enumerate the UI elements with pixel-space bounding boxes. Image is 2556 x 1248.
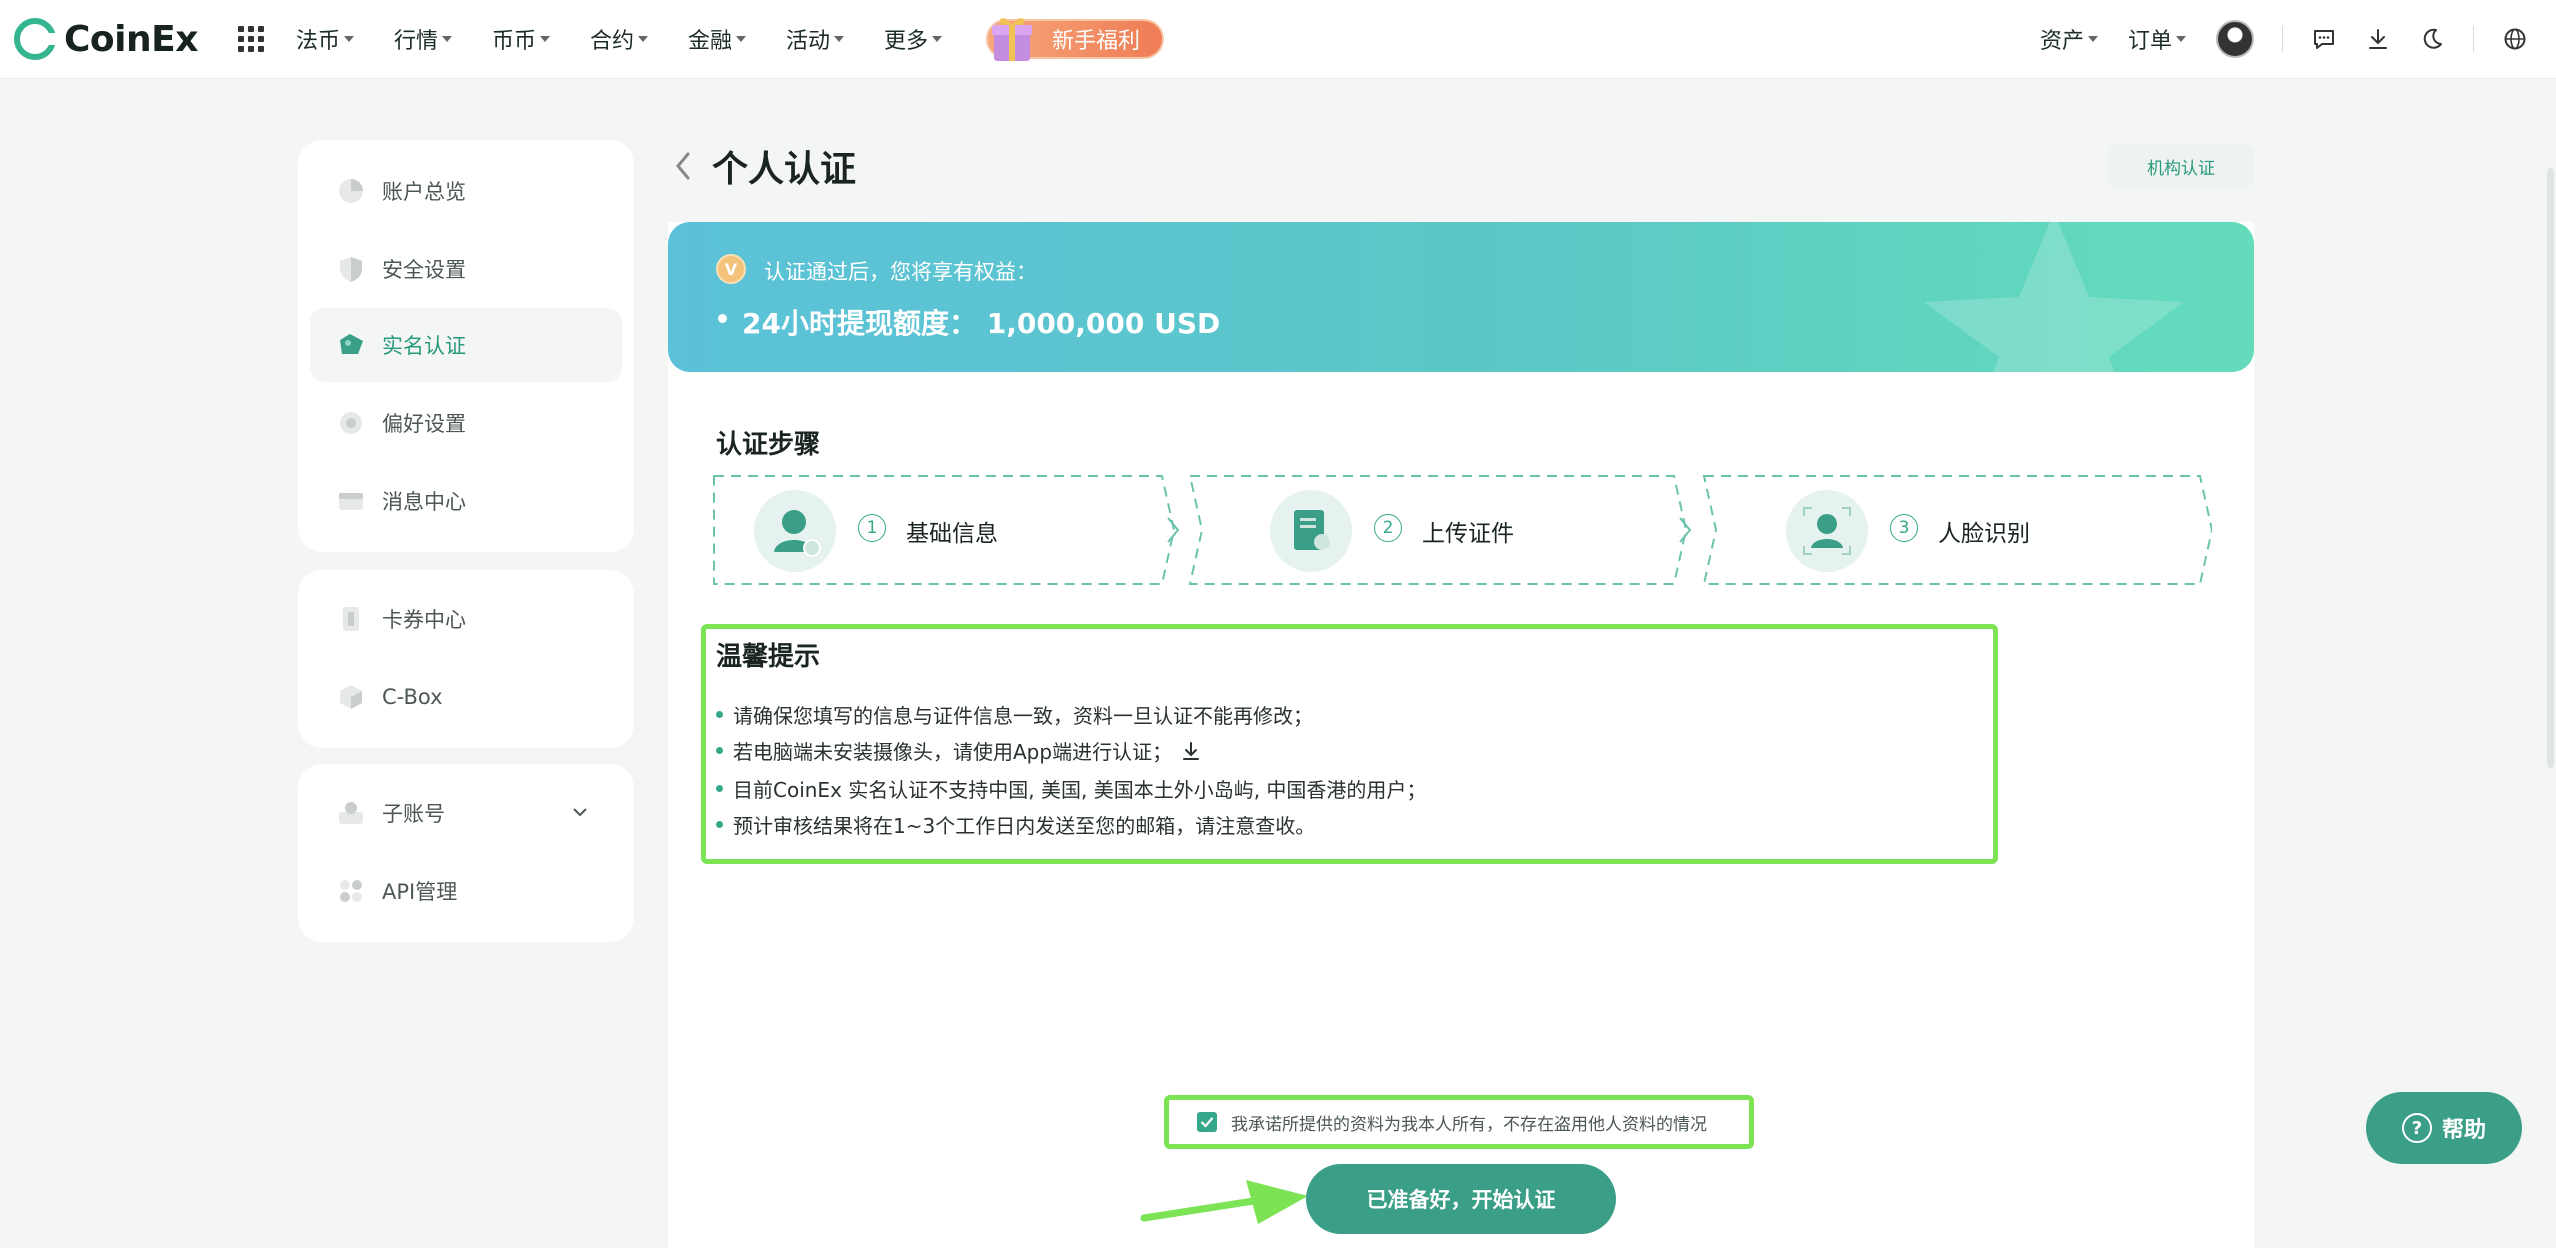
box-icon [340, 685, 362, 709]
tip-item: 请确保您填写的信息与证件信息一致，资料一旦认证不能再修改； [716, 700, 1313, 729]
bullet-dot [716, 785, 723, 792]
step-basic-info-icon [754, 490, 836, 572]
step-label: 上传证件 [1422, 521, 1514, 547]
agreement-text: 我承诺所提供的资料为我本人所有，不存在盗用他人资料的情况 [1231, 1114, 1707, 1135]
tip-item: 若电脑端未安装摄像头，请使用App端进行认证； [716, 736, 1202, 765]
help-label: 帮助 [2441, 1118, 2486, 1143]
message-icon[interactable] [2311, 26, 2337, 52]
chevron-down-icon[interactable] [572, 806, 588, 818]
pie-chart-icon [339, 179, 363, 203]
caret-down-icon [2087, 36, 2098, 42]
divider [2282, 26, 2283, 52]
pointer-arrow-icon [1140, 1180, 1308, 1224]
sidebar-item-api[interactable]: API管理 [310, 854, 622, 928]
star-decoration-icon [1924, 222, 2184, 372]
sidebar-item-kyc[interactable]: 实名认证 [310, 308, 622, 382]
user-avatar[interactable] [2216, 20, 2254, 58]
inbox-icon [339, 493, 363, 510]
caret-down-icon [539, 36, 550, 42]
step-label: 基础信息 [906, 521, 998, 547]
nav-more[interactable]: 更多 [884, 23, 943, 55]
step-upload-document-icon [1270, 490, 1352, 572]
orders-menu[interactable]: 订单 [2128, 23, 2186, 55]
caret-down-icon [834, 36, 845, 42]
api-icon [340, 880, 362, 902]
caret-down-icon [2176, 36, 2186, 42]
divider [2473, 26, 2474, 52]
step-number: 2 [1374, 514, 1402, 542]
bullet-dot [716, 747, 723, 754]
bullet-dot [718, 314, 727, 323]
withdrawal-limit: 24小时提现额度： 1,000,000 USD [742, 307, 1221, 340]
brand-name: CoinEx [64, 18, 198, 60]
agreement-checkbox[interactable] [1197, 1112, 1217, 1132]
settings-icon [340, 412, 362, 434]
benefits-intro: 认证通过后，您将享有权益： [764, 260, 1037, 284]
steps-title: 认证步骤 [716, 430, 821, 460]
caret-down-icon [932, 36, 943, 42]
bullet-dot [716, 711, 723, 718]
nav-finance[interactable]: 金融 [688, 23, 747, 55]
nav-fiat[interactable]: 法币 [296, 23, 354, 55]
page-title: 个人认证 [712, 149, 857, 190]
globe-icon[interactable] [2502, 26, 2528, 52]
page-scrollbar[interactable] [2544, 78, 2556, 1248]
sidebar-advanced-group: 子账号 API管理 [298, 764, 634, 942]
sidebar-item-coupons[interactable]: 卡券中心 [310, 582, 622, 656]
id-tag-icon [340, 334, 363, 354]
shield-icon [340, 257, 362, 282]
bullet-dot [716, 821, 723, 828]
tip-item: 目前CoinEx 实名认证不支持中国, 美国, 美国本土外小岛屿, 中国香港的用… [716, 774, 1426, 803]
help-button[interactable]: ? 帮助 [2366, 1092, 2522, 1164]
step-label: 人脸识别 [1938, 521, 2030, 547]
promo-label: 新手福利 [1052, 29, 1141, 54]
download-app-icon[interactable] [1180, 740, 1202, 762]
scrollbar-thumb[interactable] [2547, 168, 2554, 768]
step-face-recognition-icon [1786, 490, 1868, 572]
check-icon [1200, 1117, 1214, 1128]
back-arrow-icon[interactable] [672, 148, 694, 184]
caret-down-icon [736, 36, 747, 42]
sidebar-item-overview[interactable]: 账户总览 [310, 154, 622, 228]
sidebar-item-subaccounts[interactable]: 子账号 [310, 776, 622, 850]
sidebar-account-group: 账户总览 安全设置 实名认证 偏好设置 消息中心 [298, 140, 634, 552]
caret-down-icon [441, 36, 452, 42]
sidebar-item-security[interactable]: 安全设置 [310, 232, 622, 306]
benefits-banner: V 认证通过后，您将享有权益： 24小时提现额度： 1,000,000 USD [668, 222, 2254, 372]
sidebar-item-messages[interactable]: 消息中心 [310, 464, 622, 538]
institution-verification-button[interactable]: 机构认证 [2108, 144, 2254, 188]
coinex-logo-icon [14, 18, 58, 60]
question-mark-icon: ? [2401, 1113, 2432, 1143]
caret-down-icon [343, 36, 354, 42]
sidebar-item-preferences[interactable]: 偏好设置 [310, 386, 622, 460]
caret-down-icon [638, 36, 648, 42]
nav-futures[interactable]: 合约 [590, 23, 648, 55]
step-number: 1 [858, 514, 886, 542]
sub-account-icon [339, 802, 363, 824]
apps-grid-icon[interactable] [237, 26, 264, 52]
coinex-logo[interactable]: CoinEx [14, 18, 198, 60]
step-number: 3 [1890, 514, 1918, 542]
top-bar: CoinEx 法币 行情 币币 合约 金融 活动 更多 新手福利 资产 订单 [0, 0, 2556, 78]
tips-title: 温馨提示 [716, 642, 821, 672]
vip-badge-icon: V [716, 254, 746, 284]
nav-activity[interactable]: 活动 [786, 23, 845, 55]
nav-spot[interactable]: 币币 [492, 23, 550, 55]
sidebar-item-cbox[interactable]: C-Box [310, 660, 622, 734]
top-right-tools: 资产 订单 [2040, 0, 2556, 78]
agreement-highlight-box: 我承诺所提供的资料为我本人所有，不存在盗用他人资料的情况 [1164, 1095, 1754, 1149]
moon-icon[interactable] [2419, 26, 2445, 52]
nav-markets[interactable]: 行情 [394, 23, 452, 55]
gift-icon [992, 18, 1033, 61]
start-verification-button[interactable]: 已准备好，开始认证 [1306, 1164, 1616, 1234]
newbie-promo-button[interactable]: 新手福利 [986, 18, 1165, 61]
tip-item: 预计审核结果将在1~3个工作日内发送至您的邮箱，请注意查收。 [716, 810, 1315, 839]
sidebar-rewards-group: 卡券中心 C-Box [298, 570, 634, 748]
download-icon[interactable] [2365, 26, 2391, 52]
coupon-icon [343, 607, 359, 631]
assets-menu[interactable]: 资产 [2040, 23, 2098, 55]
main-nav: 法币 行情 币币 合约 金融 活动 更多 [296, 23, 982, 55]
